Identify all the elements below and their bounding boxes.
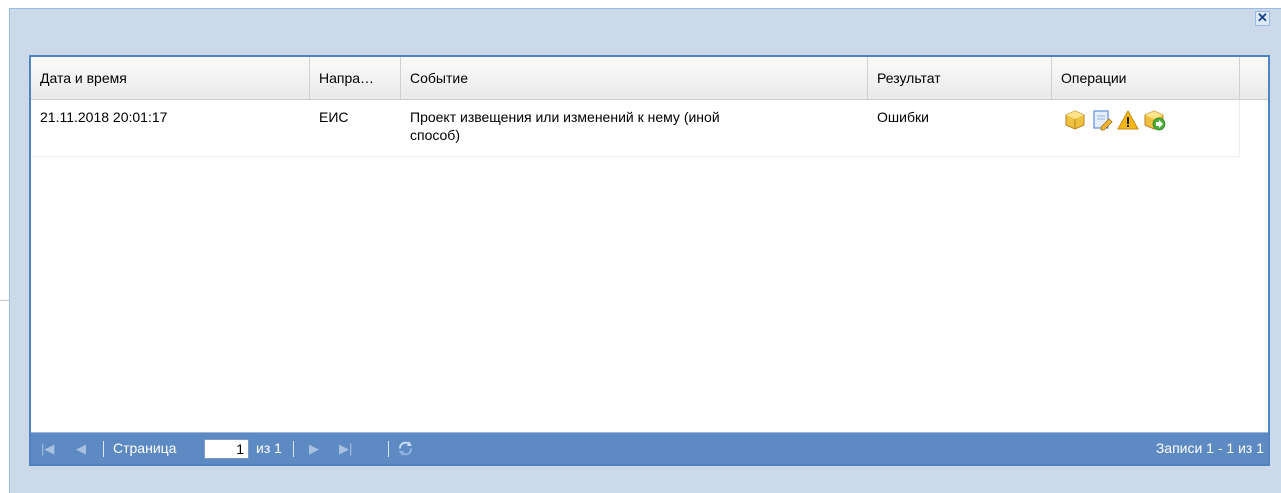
- background-divider: [0, 300, 9, 301]
- package-icon[interactable]: [1064, 109, 1086, 134]
- package-forward-icon[interactable]: [1144, 109, 1166, 134]
- cell-result: Ошибки: [877, 109, 929, 125]
- close-button[interactable]: ✕: [1255, 11, 1270, 26]
- prev-page-icon[interactable]: ◀: [76, 433, 86, 464]
- column-header-datetime[interactable]: Дата и время: [31, 57, 310, 99]
- close-icon: ✕: [1257, 10, 1268, 25]
- last-page-icon[interactable]: ▶|: [339, 433, 352, 464]
- records-count: Записи 1 - 1 из 1: [1155, 440, 1264, 456]
- warning-icon[interactable]: [1117, 109, 1140, 134]
- operations-cell: [1064, 109, 1167, 131]
- toolbar-separator: [293, 441, 294, 457]
- cell-direction: ЕИС: [319, 109, 349, 125]
- first-page-icon[interactable]: |◀: [41, 433, 54, 464]
- cell-datetime: 21.11.2018 20:01:17: [40, 109, 168, 125]
- cell-event-line-1: Проект извещения или изменений к нему (и…: [410, 109, 720, 125]
- page-number-input[interactable]: 1: [204, 439, 249, 459]
- next-page-icon[interactable]: ▶: [309, 433, 319, 464]
- cell-event-line-2: способ): [410, 127, 460, 143]
- column-header-operations[interactable]: Операции: [1052, 57, 1240, 99]
- page-label: Страница: [113, 440, 177, 456]
- column-header-result[interactable]: Результат: [868, 57, 1052, 99]
- toolbar-separator: [388, 441, 389, 457]
- column-header-direction[interactable]: Напра…: [310, 57, 401, 99]
- document-edit-icon[interactable]: [1091, 109, 1113, 134]
- paging-toolbar: |◀ ◀ Страница 1 из 1 ▶ ▶| Записи 1 - 1 и…: [31, 432, 1268, 464]
- grid-header: Дата и время Напра… Событие Результат Оп…: [31, 57, 1268, 100]
- column-header-event[interactable]: Событие: [401, 57, 868, 99]
- cell-event: Проект извещения или изменений к нему (и…: [410, 108, 830, 144]
- table-row[interactable]: 21.11.2018 20:01:17 ЕИС Проект извещения…: [31, 100, 1240, 157]
- page-total-label: из 1: [256, 440, 282, 456]
- journal-grid: Дата и время Напра… Событие Результат Оп…: [29, 55, 1270, 466]
- toolbar-separator: [103, 441, 104, 457]
- refresh-icon[interactable]: [397, 440, 414, 457]
